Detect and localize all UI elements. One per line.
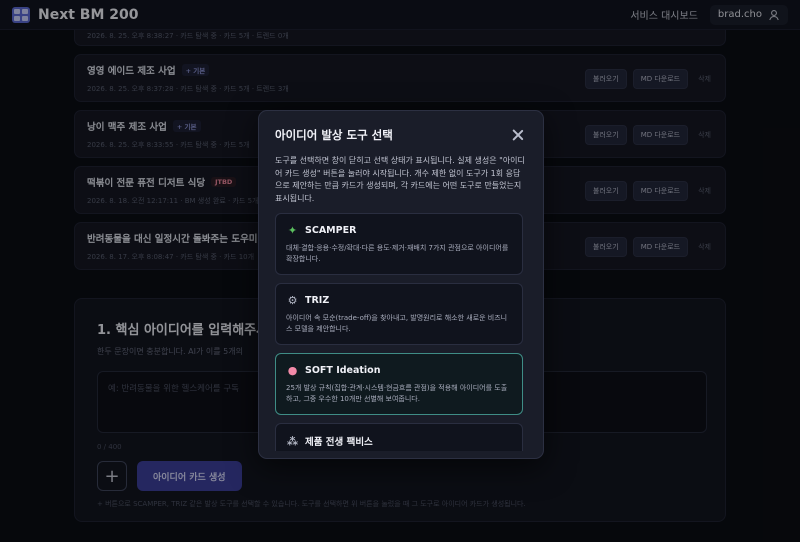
tool-name: 제품 전생 팩비스: [305, 437, 373, 448]
tool-name: SOFT Ideation: [305, 365, 381, 376]
puzzle-icon: ✦: [287, 224, 298, 237]
tool-description: 아이디어 속 모순(trade-off)을 찾아내고, 발명원리로 해소한 새로…: [286, 314, 508, 333]
tool-select-modal: 아이디어 발상 도구 선택 도구를 선택하면 창이 닫히고 선택 상태가 표시됩…: [258, 110, 544, 459]
tool-description: 25개 발상 규칙(집합·관계·시스템·현금흐름 관점)을 적용해 아이디어를 …: [286, 384, 508, 403]
tool-option-scamper[interactable]: ✦ SCAMPER 대체·결합·응용·수정/확대·다른 용도·제거·재배치 7가지…: [275, 213, 523, 275]
brain-icon: ●: [287, 364, 298, 377]
tool-option-triz[interactable]: ⚙ TRIZ 아이디어 속 모순(trade-off)을 찾아내고, 발명원리로 …: [275, 283, 523, 345]
dots-icon: ⁂: [286, 434, 299, 448]
tool-list: ✦ SCAMPER 대체·결합·응용·수정/확대·다른 용도·제거·재배치 7가지…: [275, 213, 527, 451]
tool-option-4[interactable]: ⁂ 제품 전생 팩비스: [275, 423, 523, 451]
modal-description: 도구를 선택하면 창이 닫히고 선택 상태가 표시됩니다. 실제 생성은 "아이…: [275, 156, 525, 203]
tool-name: SCAMPER: [305, 225, 357, 236]
gear-icon: ⚙: [287, 294, 298, 307]
tool-option-soft-ideation[interactable]: ● SOFT Ideation 25개 발상 규칙(집합·관계·시스템·현금흐름 …: [275, 353, 523, 415]
modal-title: 아이디어 발상 도구 선택: [275, 128, 393, 142]
close-icon[interactable]: [511, 128, 525, 142]
tool-name: TRIZ: [305, 295, 330, 306]
tool-description: 대체·결합·응용·수정/확대·다른 용도·제거·재배치 7가지 관점으로 아이디…: [286, 244, 509, 263]
